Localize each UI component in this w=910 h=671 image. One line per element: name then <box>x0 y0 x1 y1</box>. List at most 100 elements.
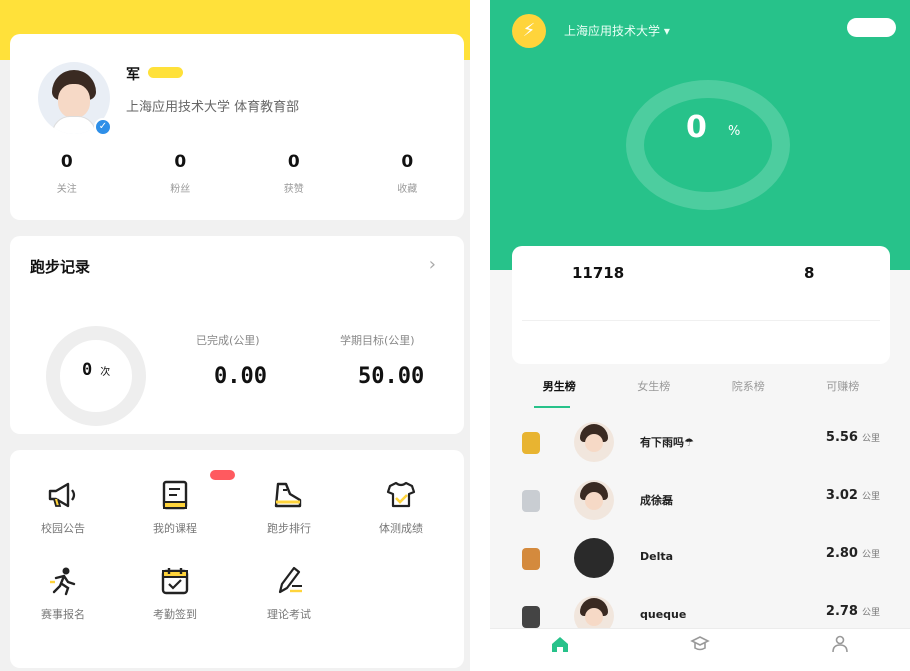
feature-label: 跑步排行 <box>267 522 311 535</box>
distance-value: 3.02 <box>825 488 858 503</box>
stat-likes[interactable]: 0 获赞 <box>237 152 351 195</box>
course-book-icon <box>162 480 188 510</box>
stat-value: 0 <box>287 152 300 172</box>
user-badge <box>148 67 183 78</box>
avatar-face <box>585 608 603 626</box>
feature-courses[interactable]: 我的课程 <box>130 480 220 536</box>
stat-following[interactable]: 0 关注 <box>10 152 124 195</box>
feature-theory-exam[interactable]: 理论考试 <box>244 566 334 622</box>
stat-value: 0 <box>174 152 187 172</box>
divider <box>522 320 880 321</box>
tab-female[interactable]: 女生榜 <box>607 378 702 408</box>
exam-pen-icon <box>278 566 302 594</box>
person-icon <box>832 635 848 653</box>
screenshot-stage: ✓ 军 上海应用技术大学 体育教育部 0 关注 0 粉丝 0 获赞 0 收藏 跑… <box>0 0 910 671</box>
silver-medal-icon <box>522 490 540 512</box>
profile-screen: ✓ 军 上海应用技术大学 体育教育部 0 关注 0 粉丝 0 获赞 0 收藏 跑… <box>0 0 470 671</box>
stat-value: 0 <box>401 152 414 172</box>
completed-value: 0.00 <box>214 364 267 389</box>
stat-label: 收藏 <box>397 184 418 195</box>
rules-button[interactable] <box>846 18 896 37</box>
user-name: 军 <box>126 67 140 83</box>
feature-announcement[interactable]: 校园公告 <box>18 480 108 536</box>
run-record-title: 跑步记录 <box>30 258 91 276</box>
rank-avatar <box>574 422 614 462</box>
tab-earnable[interactable]: 可赚榜 <box>796 378 891 408</box>
summary-card: 11718 8 <box>512 246 890 364</box>
feature-label: 赛事报名 <box>41 608 85 621</box>
tab-male[interactable]: 男生榜 <box>512 378 607 408</box>
rank-name: queque <box>640 608 687 621</box>
run-count-value: 0 <box>82 360 93 380</box>
megaphone-icon <box>48 482 76 508</box>
summary-label <box>582 290 585 299</box>
tab-underline <box>534 406 570 408</box>
feature-grid: 校园公告 我的课程 跑步排行 体测成绩 赛事报名 考勤签到 理论考试 <box>10 450 464 668</box>
ranking-screen: ⚡ 上海应用技术大学 ▾ 0 % 11718 8 男生榜 女生榜 院系榜 可赚榜… <box>490 0 910 671</box>
profile-stats: 0 关注 0 粉丝 0 获赞 0 收藏 <box>10 152 464 195</box>
nav-study[interactable] <box>630 629 770 671</box>
ranking-row[interactable]: 成徐磊 3.02 公里 <box>512 472 890 528</box>
feature-event-signup[interactable]: 赛事报名 <box>18 566 108 622</box>
tab-department[interactable]: 院系榜 <box>701 378 796 408</box>
ranking-row[interactable]: Delta 2.80 公里 <box>512 530 890 586</box>
ranking-tabs: 男生榜 女生榜 院系榜 可赚榜 <box>512 378 890 408</box>
completed-label: 已完成(公里) <box>196 334 260 347</box>
chevron-right-icon[interactable]: › <box>429 254 436 275</box>
feature-label: 考勤签到 <box>153 608 197 621</box>
summary-value: 11718 <box>572 264 625 282</box>
distance-unit: 公里 <box>861 550 880 560</box>
nav-home[interactable] <box>490 629 630 671</box>
rank-name: 成徐磊 <box>640 494 673 507</box>
feature-label: 校园公告 <box>41 522 85 535</box>
distance-value: 2.80 <box>825 546 858 561</box>
feature-attendance[interactable]: 考勤签到 <box>130 566 220 622</box>
summary-label <box>780 290 783 299</box>
avatar-face <box>585 492 603 510</box>
distance-value: 2.78 <box>825 604 858 619</box>
run-count-unit: 次 <box>100 367 111 378</box>
graduation-cap-icon <box>690 636 710 651</box>
rank-distance: 3.02 公里 <box>826 488 880 503</box>
calendar-check-icon <box>161 568 189 595</box>
goal-value: 50.00 <box>358 364 425 389</box>
feature-fitness-scores[interactable]: 体测成绩 <box>356 480 446 536</box>
stat-label: 粉丝 <box>170 184 191 195</box>
rank-avatar <box>574 480 614 520</box>
stat-label: 关注 <box>56 184 77 195</box>
ranking-row[interactable]: 有下雨吗☂ 5.56 公里 <box>512 414 890 470</box>
gold-medal-icon <box>522 432 540 454</box>
distance-unit: 公里 <box>861 608 880 618</box>
rank-name: 有下雨吗☂ <box>640 436 694 449</box>
distance-value: 5.56 <box>825 430 858 445</box>
rank-name: Delta <box>640 550 674 563</box>
progress-unit: % <box>728 124 741 139</box>
feature-run-ranking[interactable]: 跑步排行 <box>244 480 334 536</box>
summary-value: 8 <box>804 264 815 282</box>
nav-label <box>630 659 770 667</box>
feature-label: 体测成绩 <box>379 522 423 535</box>
shoe-icon <box>274 482 302 508</box>
avatar-face <box>585 434 603 452</box>
nav-label <box>490 659 630 667</box>
feature-label: 理论考试 <box>267 608 311 621</box>
stat-followers[interactable]: 0 粉丝 <box>124 152 238 195</box>
home-icon <box>552 637 568 652</box>
runner-icon <box>50 567 76 596</box>
rank-distance: 5.56 公里 <box>826 430 880 445</box>
school-selector[interactable]: 上海应用技术大学 ▾ <box>564 22 670 39</box>
run-record-card[interactable]: 跑步记录 › 0次 已完成(公里) 0.00 学期目标(公里) 50.00 <box>10 236 464 434</box>
nav-profile[interactable] <box>770 629 910 671</box>
progress-ring <box>626 80 790 210</box>
progress-percent: 0 <box>686 110 707 145</box>
verified-icon: ✓ <box>94 118 112 136</box>
stat-favorites[interactable]: 0 收藏 <box>351 152 465 195</box>
bottom-nav <box>490 628 910 671</box>
goal-label: 学期目标(公里) <box>340 334 415 347</box>
rank-distance: 2.80 公里 <box>826 546 880 561</box>
rank-icon <box>522 606 540 628</box>
fitness-shirt-icon <box>386 481 416 508</box>
lightning-icon: ⚡ <box>512 14 546 48</box>
user-organization: 上海应用技术大学 体育教育部 <box>126 100 300 115</box>
distance-unit: 公里 <box>861 434 880 444</box>
